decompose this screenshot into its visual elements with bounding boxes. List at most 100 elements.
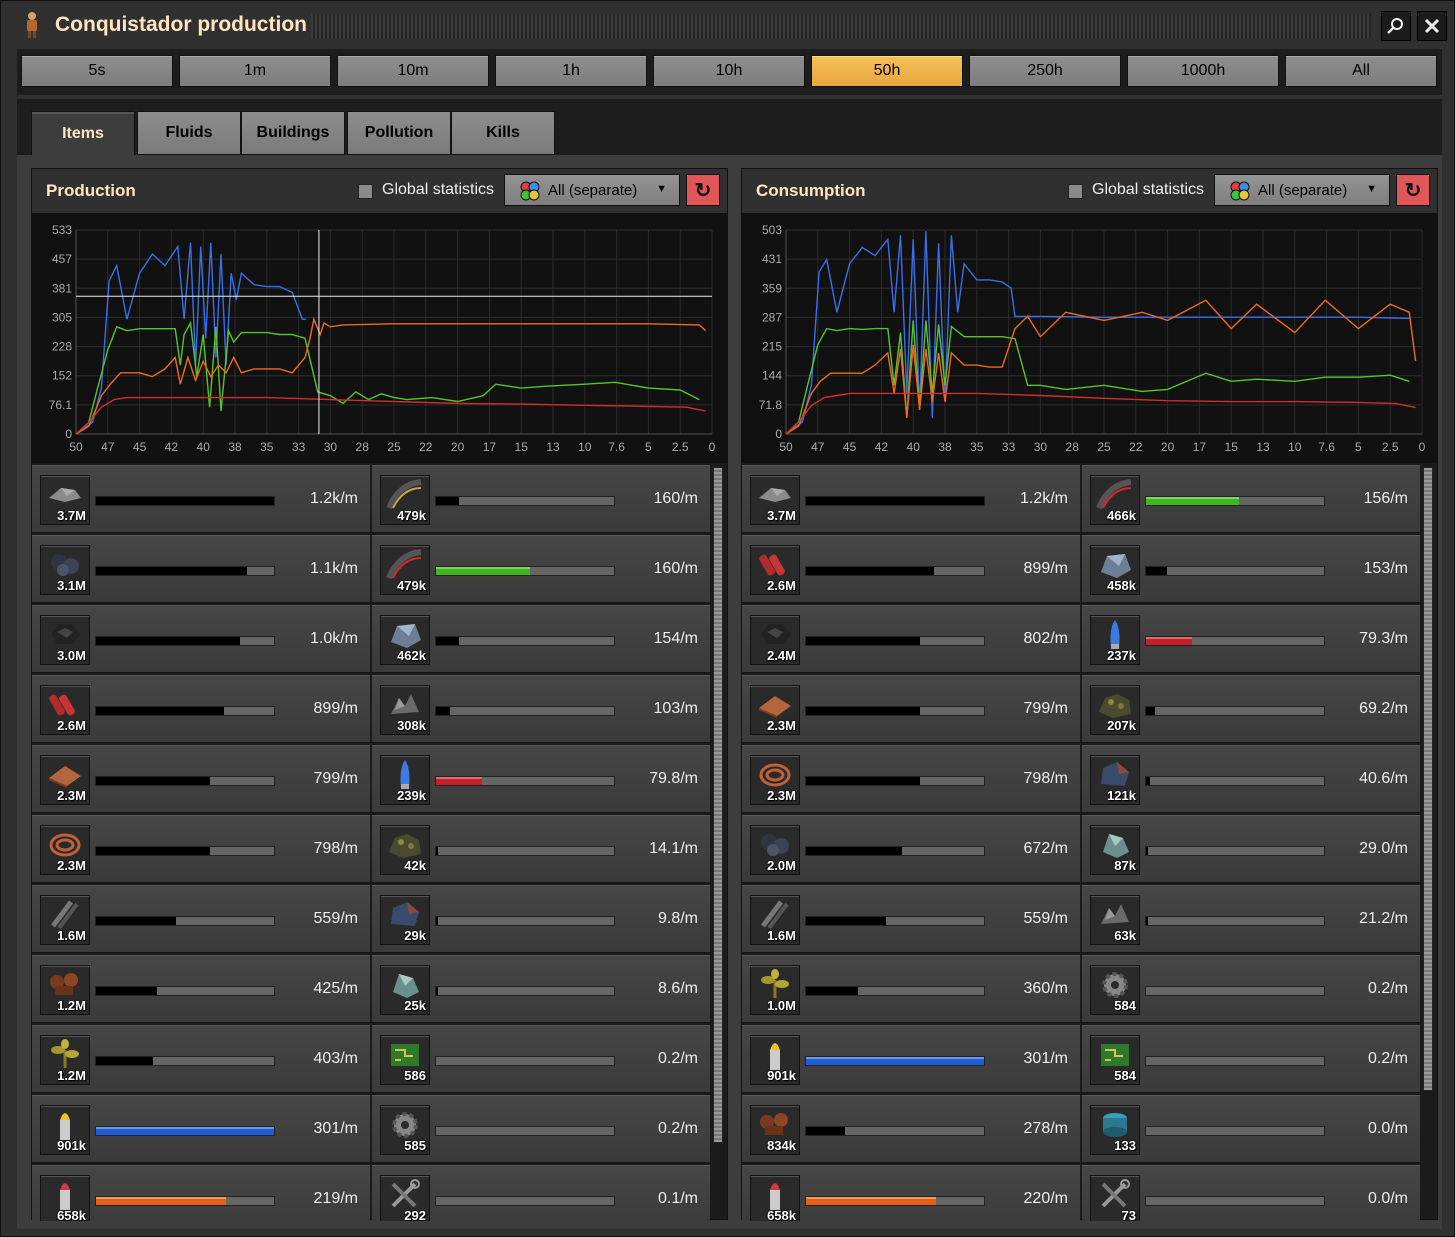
tab-fluids[interactable]: Fluids <box>137 111 241 155</box>
item-row[interactable]: 133 0.0/m <box>1082 1095 1420 1163</box>
item-row[interactable]: 458k 153/m <box>1082 535 1420 603</box>
item-row[interactable]: 1.6M 559/m <box>742 885 1080 953</box>
item-row[interactable]: 479k 160/m <box>372 535 710 603</box>
reset-button[interactable]: ↻ <box>686 174 720 206</box>
time-button-10h[interactable]: 10h <box>653 55 805 87</box>
item-slot[interactable]: 3.1M <box>40 545 90 595</box>
search-button[interactable] <box>1381 11 1411 41</box>
tab-items[interactable]: Items <box>31 111 135 157</box>
item-slot[interactable]: 2.3M <box>40 825 90 875</box>
drag-handle[interactable] <box>311 13 1371 39</box>
item-row[interactable]: 308k 103/m <box>372 675 710 743</box>
item-row[interactable]: 584 0.2/m <box>1082 1025 1420 1093</box>
consumption-item-list[interactable]: 3.7M 1.2k/m 466k 156/m 2.6M 899/m 458k 153/m 2.4… <box>742 465 1437 1221</box>
item-slot[interactable]: 292 <box>380 1175 430 1221</box>
item-row[interactable]: 1.2M 425/m <box>32 955 370 1023</box>
item-slot[interactable]: 3.0M <box>40 615 90 665</box>
item-slot[interactable]: 834k <box>750 1105 800 1155</box>
time-button-250h[interactable]: 250h <box>969 55 1121 87</box>
item-slot[interactable]: 25k <box>380 965 430 1015</box>
time-button-5s[interactable]: 5s <box>21 55 173 87</box>
item-slot[interactable]: 2.3M <box>40 755 90 805</box>
item-slot[interactable]: 2.3M <box>750 755 800 805</box>
item-row[interactable]: 2.3M 798/m <box>32 815 370 883</box>
global-statistics-checkbox[interactable] <box>358 184 373 199</box>
item-row[interactable]: 2.6M 899/m <box>32 675 370 743</box>
item-row[interactable]: 2.3M 799/m <box>32 745 370 813</box>
item-row[interactable]: 63k 21.2/m <box>1082 885 1420 953</box>
item-row[interactable]: 462k 154/m <box>372 605 710 673</box>
item-slot[interactable]: 1.0M <box>750 965 800 1015</box>
global-statistics-checkbox[interactable] <box>1068 184 1083 199</box>
item-slot[interactable]: 121k <box>1090 755 1140 805</box>
item-row[interactable]: 901k 301/m <box>32 1095 370 1163</box>
item-row[interactable]: 25k 8.6/m <box>372 955 710 1023</box>
item-slot[interactable]: 479k <box>380 545 430 595</box>
item-slot[interactable]: 2.6M <box>750 545 800 595</box>
time-button-1h[interactable]: 1h <box>495 55 647 87</box>
item-slot[interactable]: 901k <box>40 1105 90 1155</box>
item-row[interactable]: 585 0.2/m <box>372 1095 710 1163</box>
item-slot[interactable]: 63k <box>1090 895 1140 945</box>
item-slot[interactable]: 3.7M <box>40 475 90 525</box>
item-row[interactable]: 2.3M 799/m <box>742 675 1080 743</box>
production-graph[interactable]: 0 76.1 152 228 305 381 457 533 50 47 45 42 40 38 35 33 3… <box>32 213 727 463</box>
item-slot[interactable]: 1.2M <box>40 1035 90 1085</box>
item-slot[interactable]: 1.6M <box>40 895 90 945</box>
item-slot[interactable]: 73 <box>1090 1175 1140 1221</box>
time-button-1m[interactable]: 1m <box>179 55 331 87</box>
item-row[interactable]: 1.0M 360/m <box>742 955 1080 1023</box>
consumption-graph[interactable]: 0 71.8 144 215 287 359 431 503 50 47 45 42 40 38 35 33 3… <box>742 213 1437 463</box>
item-row[interactable]: 239k 79.8/m <box>372 745 710 813</box>
item-row[interactable]: 237k 79.3/m <box>1082 605 1420 673</box>
item-row[interactable]: 121k 40.6/m <box>1082 745 1420 813</box>
item-row[interactable]: 73 0.0/m <box>1082 1165 1420 1221</box>
item-slot[interactable]: 1.6M <box>750 895 800 945</box>
item-row[interactable]: 3.7M 1.2k/m <box>742 465 1080 533</box>
item-row[interactable]: 658k 219/m <box>32 1165 370 1221</box>
item-row[interactable]: 2.4M 802/m <box>742 605 1080 673</box>
item-slot[interactable]: 207k <box>1090 685 1140 735</box>
title-bar[interactable]: Conquistador production <box>11 7 1448 45</box>
item-slot[interactable]: 462k <box>380 615 430 665</box>
item-slot[interactable]: 239k <box>380 755 430 805</box>
time-button-50h[interactable]: 50h <box>811 55 963 87</box>
item-slot[interactable]: 2.0M <box>750 825 800 875</box>
item-row[interactable]: 466k 156/m <box>1082 465 1420 533</box>
item-row[interactable]: 1.2M 403/m <box>32 1025 370 1093</box>
production-item-list[interactable]: 3.7M 1.2k/m 479k 160/m 3.1M 1.1k/m 479k 160/m 3.… <box>32 465 727 1221</box>
item-row[interactable]: 42k 14.1/m <box>372 815 710 883</box>
item-slot[interactable]: 584 <box>1090 1035 1140 1085</box>
item-filter-dropdown[interactable]: All (separate) ▼ <box>504 174 680 206</box>
item-slot[interactable]: 2.6M <box>40 685 90 735</box>
close-button[interactable] <box>1417 11 1447 41</box>
item-slot[interactable]: 901k <box>750 1035 800 1085</box>
item-slot[interactable]: 584 <box>1090 965 1140 1015</box>
item-filter-dropdown[interactable]: All (separate) ▼ <box>1214 174 1390 206</box>
item-slot[interactable]: 2.3M <box>750 685 800 735</box>
item-slot[interactable]: 658k <box>750 1175 800 1221</box>
scrollbar[interactable] <box>713 467 723 1143</box>
item-slot[interactable]: 458k <box>1090 545 1140 595</box>
item-slot[interactable]: 29k <box>380 895 430 945</box>
tab-buildings[interactable]: Buildings <box>241 111 345 155</box>
item-slot[interactable]: 479k <box>380 475 430 525</box>
time-button-10m[interactable]: 10m <box>337 55 489 87</box>
scrollbar[interactable] <box>1423 467 1433 1091</box>
item-row[interactable]: 3.0M 1.0k/m <box>32 605 370 673</box>
item-row[interactable]: 29k 9.8/m <box>372 885 710 953</box>
item-row[interactable]: 2.0M 672/m <box>742 815 1080 883</box>
item-slot[interactable]: 658k <box>40 1175 90 1221</box>
item-row[interactable]: 87k 29.0/m <box>1082 815 1420 883</box>
time-button-1000h[interactable]: 1000h <box>1127 55 1279 87</box>
item-row[interactable]: 3.1M 1.1k/m <box>32 535 370 603</box>
item-row[interactable]: 207k 69.2/m <box>1082 675 1420 743</box>
item-slot[interactable]: 133 <box>1090 1105 1140 1155</box>
item-row[interactable]: 584 0.2/m <box>1082 955 1420 1023</box>
item-slot[interactable]: 42k <box>380 825 430 875</box>
time-button-All[interactable]: All <box>1285 55 1437 87</box>
item-slot[interactable]: 87k <box>1090 825 1140 875</box>
item-slot[interactable]: 1.2M <box>40 965 90 1015</box>
item-row[interactable]: 479k 160/m <box>372 465 710 533</box>
item-row[interactable]: 2.3M 798/m <box>742 745 1080 813</box>
